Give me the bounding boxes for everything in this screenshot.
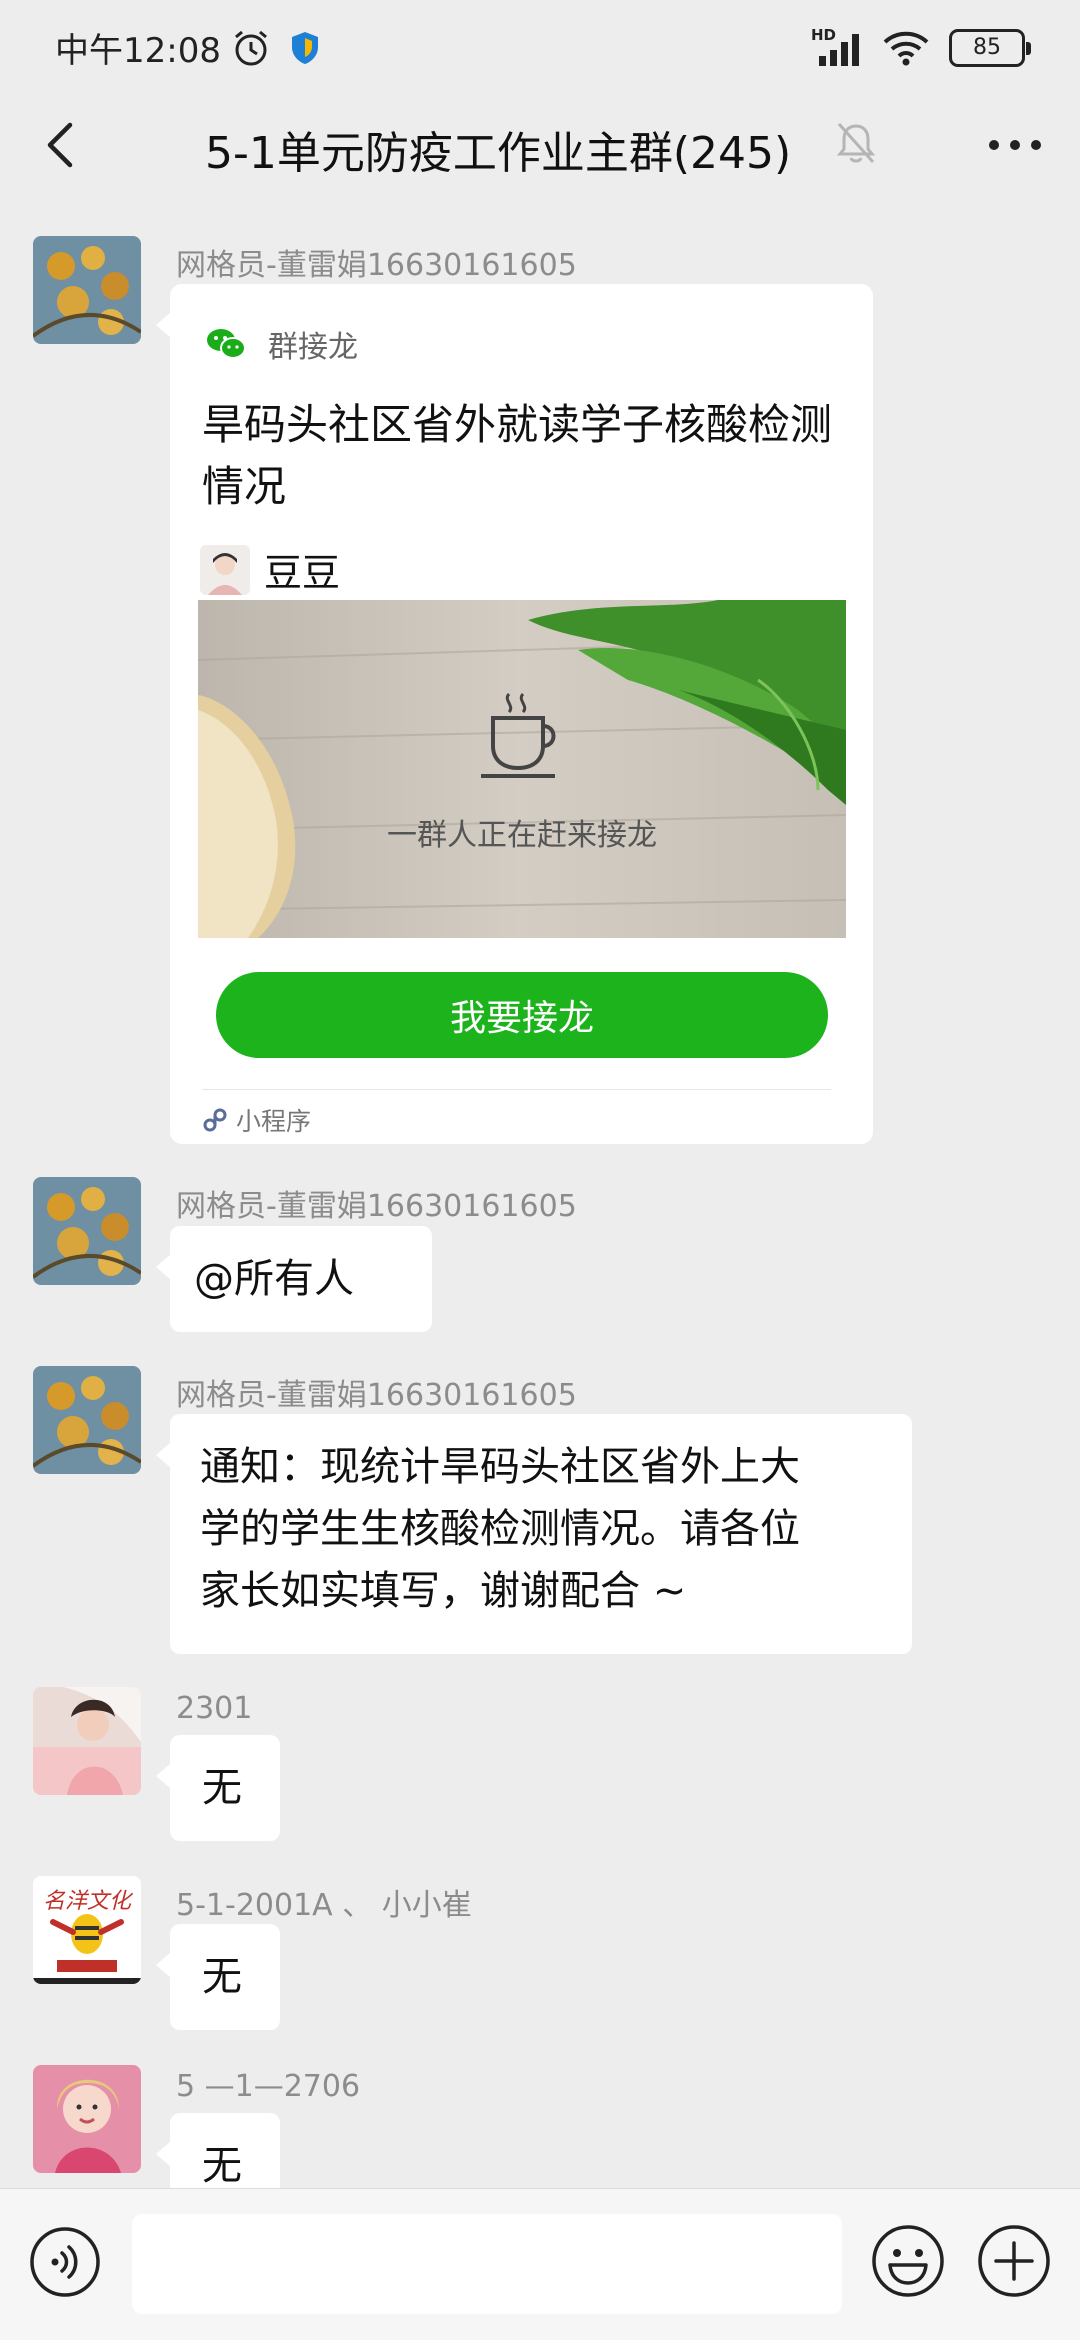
card-cover-image: 一群人正在赶来接龙 [198,600,846,938]
sender-name: 网格员-董雷娟16630161605 [176,248,577,283]
svg-text:名洋文化: 名洋文化 [43,1889,134,1914]
message-bubble[interactable]: 无 [156,1924,280,2030]
message-text-line: 学的学生生核酸检测情况。请各位 [200,1506,800,1552]
message-text: 无 [202,2143,242,2189]
avatar[interactable] [33,236,141,344]
author-avatar [200,544,250,595]
input-bar [0,2188,1080,2340]
card-footer: 小程序 [202,1102,311,1138]
avatar[interactable] [33,2065,141,2173]
message-text-line: 家长如实填写，谢谢配合 ~ [200,1568,687,1614]
wechat-icon [207,329,246,359]
wifi-icon [883,31,929,65]
message-text-line: 通知：现统计旱码头社区省外上大 [200,1444,800,1490]
sender-name: 网格员-董雷娟16630161605 [176,1378,577,1413]
avatar[interactable] [33,1366,141,1474]
chat-title: 5-1单元防疫工作业主群(245) [205,128,792,179]
card-title: 旱码头社区省外就读学子核酸检测情况 [202,400,833,511]
shield-icon [291,31,318,64]
mini-program-icon [203,1108,227,1132]
message-text: 无 [202,1954,242,2000]
message-bubble[interactable]: @所有人 [156,1226,432,1332]
emoji-icon[interactable] [870,2223,946,2299]
author-name: 豆豆 [264,551,341,595]
plus-icon[interactable] [976,2223,1052,2299]
group-chain-card[interactable]: 群接龙 旱码头社区省外就读学子核酸检测情况 豆豆 一群人正在赶来接龙 我要接龙 … [156,284,873,1144]
message-input[interactable] [132,2214,842,2314]
avatar[interactable] [33,1177,141,1285]
sender-name: 2301 [176,1691,253,1726]
more-dots-icon[interactable] [980,115,1050,175]
message-bubble[interactable]: 通知：现统计旱码头社区省外上大 学的学生生核酸检测情况。请各位 家长如实填写，谢… [156,1414,912,1654]
card-footer-label: 小程序 [236,1107,312,1136]
sender-name: 5-1-2001A 、 小小崔 [176,1888,472,1923]
status-bar: 中午12:08 HD 85 [0,0,1080,95]
avatar[interactable] [33,1687,141,1795]
message-bubble[interactable]: 无 [156,1735,280,1841]
card-divider [202,1089,831,1090]
message-text: 无 [202,1765,242,1811]
avatar[interactable]: 名洋文化 [33,1876,141,1984]
logo-avatar: 名洋文化 [33,1876,141,1984]
chevron-left-icon[interactable] [30,113,94,177]
status-time: 中午12:08 [55,31,221,71]
battery-icon: 85 [949,28,1031,67]
card-app-header: 群接龙 [206,322,358,366]
join-chain-button[interactable]: 我要接龙 [216,972,828,1058]
card-author: 豆豆 [200,542,340,597]
card-app-name: 群接龙 [268,330,358,365]
sender-name: 网格员-董雷娟16630161605 [176,1189,577,1224]
voice-icon[interactable] [28,2225,102,2299]
card-image-caption: 一群人正在赶来接龙 [387,818,657,853]
bell-off-icon [836,122,876,164]
message-text: @所有人 [194,1256,354,1302]
cellular-signal-icon: HD [811,26,863,68]
alarm-icon [235,30,267,65]
sender-name: 5 —1—2706 [176,2069,361,2104]
chat-header: 5-1单元防疫工作业主群(245) [0,95,1080,195]
